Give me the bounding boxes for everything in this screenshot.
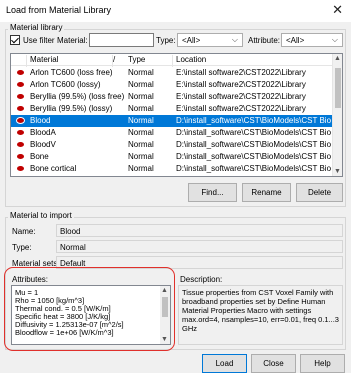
cell-location: D:\install_software\CST\BioModels\CST Bi… — [176, 140, 333, 149]
material-library-title: Material library — [8, 23, 65, 32]
material-filter-input[interactable] — [89, 33, 154, 47]
sort-indicator: / — [113, 55, 116, 64]
material-icon — [17, 154, 24, 159]
name-label: Name: — [12, 227, 36, 236]
load-material-dialog: Load from Material Library ✕ Material li… — [0, 0, 351, 373]
cell-type: Normal — [128, 68, 154, 77]
filter-row: Use filter Material: Type: <All> ⌵ Attri… — [10, 33, 344, 49]
window-title: Load from Material Library — [6, 5, 112, 15]
cell-location: D:\install_software\CST\BioModels\CST Bi… — [176, 164, 333, 173]
cell-location: D:\install_software\CST\BioModels\CST Bi… — [176, 128, 333, 137]
type-filter-label: Type: — [156, 36, 176, 45]
cell-material: Arlon TC600 (lossy) — [30, 80, 101, 89]
material-import-title: Material to import — [8, 211, 74, 220]
attribute-filter-select[interactable]: <All> ⌵ — [281, 33, 343, 47]
cell-material: Bone — [30, 152, 49, 161]
material-icon — [17, 130, 24, 135]
table-row[interactable]: Arlon TC600 (loss free) Normal E:\install … — [11, 67, 333, 79]
material-icon — [17, 142, 24, 147]
rename-button[interactable]: Rename — [242, 183, 291, 202]
cell-type: Normal — [128, 164, 154, 173]
cell-material: BloodV — [30, 140, 56, 149]
cell-type: Normal — [128, 92, 154, 101]
chevron-down-icon: ⌵ — [331, 35, 338, 44]
cell-type: Normal — [128, 128, 154, 137]
table-scrollbar[interactable]: ▲ ▼ — [332, 54, 342, 176]
type-label: Type: — [12, 243, 32, 252]
chevron-down-icon: ⌵ — [231, 35, 238, 44]
material-icon — [17, 70, 24, 75]
table-header: Material / Type Location — [11, 54, 342, 67]
close-icon[interactable]: ✕ — [332, 3, 343, 17]
delete-button[interactable]: Delete — [296, 183, 343, 202]
material-icon — [17, 94, 24, 99]
cell-material: Bone cortical — [30, 164, 77, 173]
name-field: Blood — [56, 224, 343, 237]
table-row[interactable]: BloodV Normal D:\install_software\CST\BioM… — [11, 139, 333, 151]
use-filter-checkbox[interactable] — [10, 35, 20, 45]
cell-material: Arlon TC600 (loss free) — [30, 68, 113, 77]
cell-location: E:\install software2\CST2022\Library — [176, 104, 306, 113]
title-bar: Load from Material Library ✕ — [0, 0, 351, 22]
cell-type: Normal — [128, 104, 154, 113]
cell-type: Normal — [128, 116, 154, 125]
scroll-thumb[interactable] — [335, 68, 341, 108]
material-icon — [17, 106, 24, 111]
material-table[interactable]: Material / Type Location Arlon TC600 (lo… — [10, 53, 343, 177]
cell-type: Normal — [128, 152, 154, 161]
column-location[interactable]: Location — [173, 55, 333, 67]
type-field: Normal — [56, 240, 343, 253]
cell-location: E:\install software2\CST2022\Library — [176, 68, 306, 77]
cell-material: Blood — [30, 116, 51, 125]
scroll-up-icon[interactable]: ▲ — [334, 55, 341, 62]
cell-material: Beryllia (99.5%) (loss free) — [30, 92, 124, 101]
table-row[interactable]: Bone cortical Normal D:\install_software\C… — [11, 163, 333, 175]
material-icon — [16, 117, 25, 124]
table-row[interactable]: Blood Normal D:\install_software\CST\BioMo… — [11, 115, 333, 127]
cell-location: E:\install software2\CST2022\Library — [176, 80, 306, 89]
cell-material: Beryllia (99.5%) (lossy) — [30, 104, 113, 113]
table-row[interactable]: Bone Normal D:\install_software\CST\BioMod… — [11, 151, 333, 163]
table-row[interactable]: BloodA Normal D:\install_software\CST\BioM… — [11, 127, 333, 139]
attributes-highlight-annotation — [4, 267, 175, 351]
cell-location: D:\install_software\CST\BioModels\CST Bi… — [176, 152, 333, 161]
cell-type: Normal — [128, 80, 154, 89]
type-filter-select[interactable]: <All> ⌵ — [177, 33, 243, 47]
cell-location: D:\install_software\CST\BioModels\CST Bi… — [176, 116, 333, 125]
find-button[interactable]: Find... — [188, 183, 237, 202]
load-button[interactable]: Load — [202, 354, 247, 373]
attribute-filter-value: <All> — [286, 36, 305, 45]
table-row[interactable]: Beryllia (99.5%) (lossy) Normal E:\install… — [11, 103, 333, 115]
help-button[interactable]: Help — [300, 354, 345, 373]
material-icon — [17, 166, 24, 171]
attribute-filter-label: Attribute: — [248, 36, 281, 45]
table-row[interactable]: Arlon TC600 (lossy) Normal E:\install soft… — [11, 79, 333, 91]
column-type[interactable]: Type — [125, 55, 173, 67]
icon-column-header — [11, 55, 27, 67]
cell-location: E:\install software2\CST2022\Library — [176, 92, 306, 101]
use-filter-label: Use filter — [23, 36, 55, 45]
material-filter-label: Material: — [57, 36, 88, 45]
scroll-down-icon[interactable]: ▼ — [334, 168, 341, 175]
cell-type: Normal — [128, 140, 154, 149]
material-icon — [17, 82, 24, 87]
column-material[interactable]: Material — [27, 55, 113, 67]
close-button[interactable]: Close — [251, 354, 296, 373]
cell-material: BloodA — [30, 128, 56, 137]
description-label: Description: — [180, 275, 223, 284]
description-text: Tissue properties from CST Voxel Family … — [178, 285, 343, 345]
type-filter-value: <All> — [182, 36, 201, 45]
table-row[interactable]: Beryllia (99.5%) (loss free) Normal E:\ins… — [11, 91, 333, 103]
